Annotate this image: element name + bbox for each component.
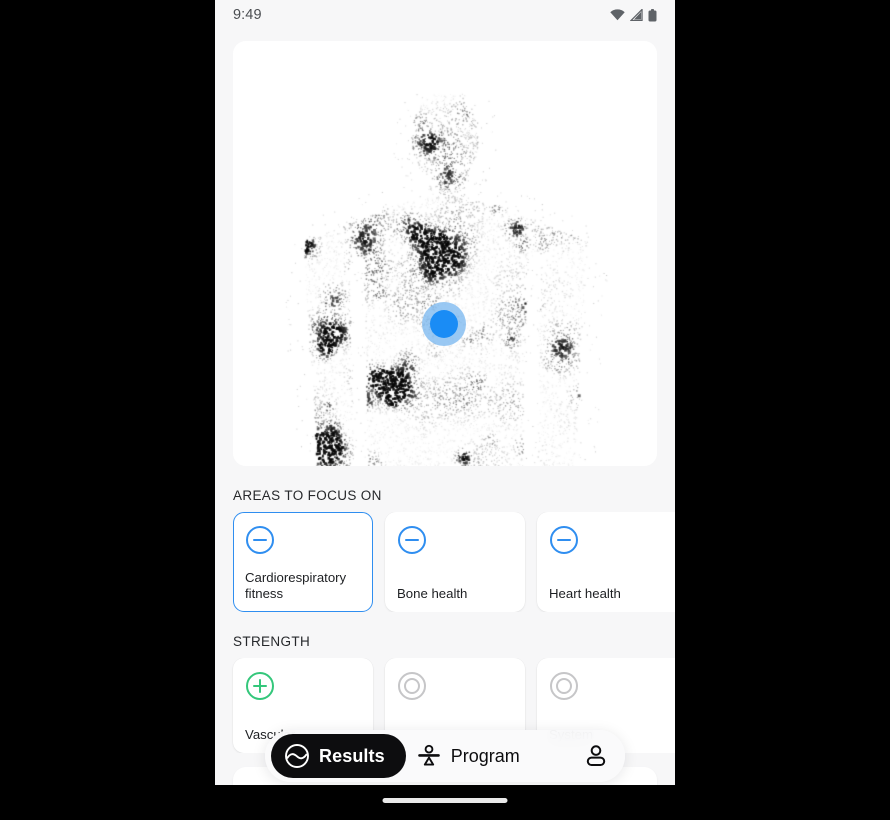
particle-body-image <box>233 41 657 466</box>
section-title-areas-to-focus-on: AREAS TO FOCUS ON <box>233 488 382 503</box>
balance-figure-icon <box>416 743 442 769</box>
nav-item-program[interactable]: Program <box>406 734 530 778</box>
status-icon-group <box>610 8 657 22</box>
circle-minus-icon <box>549 525 579 555</box>
circle-plus-icon <box>245 671 275 701</box>
status-time: 9:49 <box>233 7 262 23</box>
nav-item-results[interactable]: Results <box>271 734 406 778</box>
battery-icon <box>648 8 657 22</box>
double-circle-icon <box>397 671 427 701</box>
focus-card-label: Heart health <box>549 585 621 601</box>
screenshot-stage: 9:49 AREAS TO FOCUS ON Cardiorespiratory… <box>0 0 890 820</box>
home-indicator-bar[interactable] <box>382 798 508 803</box>
wave-circle-icon <box>284 743 310 769</box>
nav-item-label: Results <box>319 745 385 766</box>
cellular-signal-icon <box>630 9 643 21</box>
status-bar: 9:49 <box>215 0 675 30</box>
scroll-content[interactable]: AREAS TO FOCUS ON Cardiorespiratory fitn… <box>215 41 675 820</box>
phone-viewport: 9:49 AREAS TO FOCUS ON Cardiorespiratory… <box>215 0 675 820</box>
wifi-icon <box>610 9 625 21</box>
nav-item-profile[interactable] <box>573 734 619 778</box>
nav-item-label: Program <box>450 745 520 766</box>
circle-minus-icon <box>245 525 275 555</box>
focus-card-label: Cardiorespiratory fitness <box>245 570 347 601</box>
focus-card-label: Bone health <box>397 585 468 601</box>
double-circle-icon <box>549 671 579 701</box>
areas-to-focus-card-row[interactable]: Cardiorespiratory fitness Bone health He… <box>215 512 675 612</box>
chest-marker[interactable] <box>422 301 466 346</box>
person-icon <box>583 743 609 769</box>
circle-minus-icon <box>397 525 427 555</box>
focus-card-cardiorespiratory-fitness[interactable]: Cardiorespiratory fitness <box>233 512 373 612</box>
bottom-navigation-bar[interactable]: Results Program <box>265 730 625 782</box>
section-title-strength: STRENGTH <box>233 634 311 649</box>
home-indicator-area <box>215 785 675 820</box>
body-scan-card[interactable] <box>233 41 657 466</box>
focus-card-heart-health[interactable]: Heart health <box>537 512 675 612</box>
focus-card-bone-health[interactable]: Bone health <box>385 512 525 612</box>
